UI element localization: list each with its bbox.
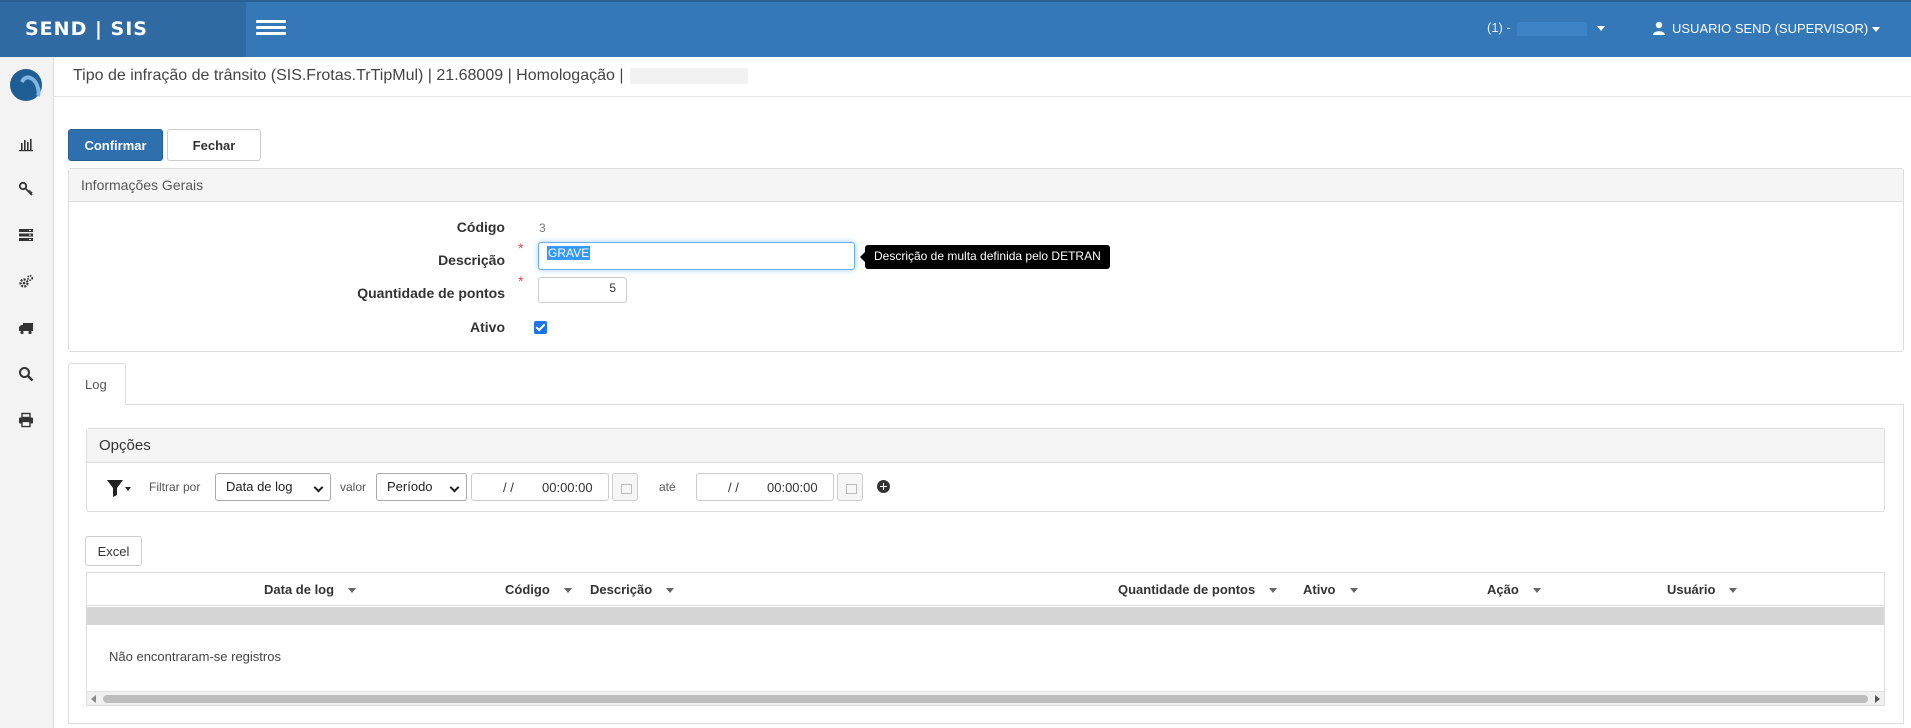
descricao-label: Descrição [438,252,505,268]
time-to-value: 00:00:00 [767,480,818,495]
header-divider [54,96,1911,97]
grid-empty-message: Não encontraram-se registros [109,649,281,664]
truck-icon[interactable] [14,317,38,339]
menu-toggle-icon[interactable] [256,17,286,41]
sort-icon [1729,588,1738,594]
tab-log[interactable]: Log [68,363,126,405]
date-to-value: / / [728,480,739,495]
options-heading: Opções [87,429,1884,463]
close-button[interactable]: Fechar [167,129,261,161]
bar-chart-icon[interactable] [14,133,38,155]
filter-label: Filtrar por [149,480,201,494]
column-label: Data de log [264,582,335,597]
date-from-input[interactable]: / / 00:00:00 [471,473,609,501]
sort-icon [1269,588,1278,594]
column-header-usuario[interactable]: Usuário [1667,573,1738,606]
descricao-input-value: GRAVE [547,246,591,260]
general-info-heading: Informações Gerais [69,169,1903,202]
page-title: Tipo de infração de trânsito (SIS.Frotas… [73,67,748,85]
required-mark: * [518,240,524,256]
add-filter-icon[interactable] [877,480,890,493]
descricao-tooltip: Descrição de multa definida pelo DETRAN [860,245,1110,269]
company-logo[interactable] [10,69,42,101]
user-icon [1653,21,1665,35]
key-icon[interactable] [14,178,38,200]
pontos-label: Quantidade de pontos [357,285,505,301]
pontos-input[interactable]: 5 [538,277,627,303]
company-name-redacted [1516,21,1587,36]
company-prefix: (1) - [1487,20,1511,35]
sort-icon [1349,588,1358,594]
column-header-descricao[interactable]: Descrição [590,573,675,606]
company-selector[interactable]: (1) - [1487,20,1605,36]
required-mark: * [518,273,524,289]
scroll-thumb[interactable] [103,695,1868,703]
caret-down-icon [1596,26,1605,32]
column-header-data-de-log[interactable]: Data de log [264,573,357,606]
ativo-checkbox[interactable] [534,321,547,334]
codigo-value: 3 [539,221,546,235]
column-header-quantidade-de-pontos[interactable]: Quantidade de pontos [1118,573,1278,606]
sort-icon [666,588,675,594]
valor-select-value: Período [387,479,433,494]
date-from-value: / / [503,480,514,495]
horizontal-scrollbar[interactable] [87,691,1884,705]
chevron-down-icon [313,482,324,493]
search-icon[interactable] [14,363,38,385]
sort-icon [1532,588,1541,594]
column-header-codigo[interactable]: Código [505,573,572,606]
descricao-input[interactable]: GRAVE [538,242,855,270]
sidebar [0,57,54,728]
column-header-ativo[interactable]: Ativo [1303,573,1358,606]
tab-content-border-left [68,404,69,724]
filter-icon[interactable] [106,478,132,498]
scroll-right-icon[interactable] [1875,695,1880,703]
grid-filter-row [87,607,1884,625]
tab-content-border-bottom [68,723,1904,724]
user-menu[interactable]: USUARIO SEND (SUPERVISOR) [1652,21,1881,36]
calendar-icon[interactable] [837,473,863,501]
confirm-button[interactable]: Confirmar [68,129,163,161]
column-label: Quantidade de pontos [1118,582,1256,597]
ativo-label: Ativo [470,319,505,335]
filter-select-value: Data de log [226,479,293,494]
log-grid: Data de log Código Descrição Quantidade … [86,572,1885,706]
calendar-icon[interactable] [612,473,638,501]
user-name: USUARIO SEND (SUPERVISOR) [1672,21,1869,36]
print-icon[interactable] [14,409,38,431]
tab-divider [68,404,1904,405]
top-navbar: SEND | SIS (1) - USUARIO SEND (SUPERVISO… [0,0,1911,57]
sort-icon [348,588,357,594]
excel-button[interactable]: Excel [85,536,142,566]
column-label: Código [505,582,550,597]
ate-label: até [659,480,676,494]
environment-redacted [629,67,748,84]
filter-select[interactable]: Data de log [215,473,331,501]
time-from-value: 00:00:00 [542,480,593,495]
sort-icon [563,588,572,594]
column-label: Descrição [590,582,653,597]
grid-header: Data de log Código Descrição Quantidade … [87,573,1884,606]
caret-down-icon [1872,27,1881,33]
tab-content-border-right [1903,404,1904,724]
column-label: Ativo [1303,582,1336,597]
cogs-icon[interactable] [14,271,38,293]
options-panel: Opções [86,428,1885,512]
scroll-left-icon[interactable] [91,695,96,703]
codigo-label: Código [456,219,505,235]
app-brand[interactable]: SEND | SIS [0,2,246,57]
valor-select[interactable]: Período [376,473,467,501]
column-label: Ação [1487,582,1519,597]
page-title-text: Tipo de infração de trânsito (SIS.Frotas… [73,67,624,84]
date-to-input[interactable]: / / 00:00:00 [696,473,834,501]
database-icon[interactable] [14,224,38,246]
column-header-acao[interactable]: Ação [1487,573,1541,606]
column-label: Usuário [1667,582,1716,597]
chevron-down-icon [449,482,460,493]
valor-label: valor [340,480,367,494]
